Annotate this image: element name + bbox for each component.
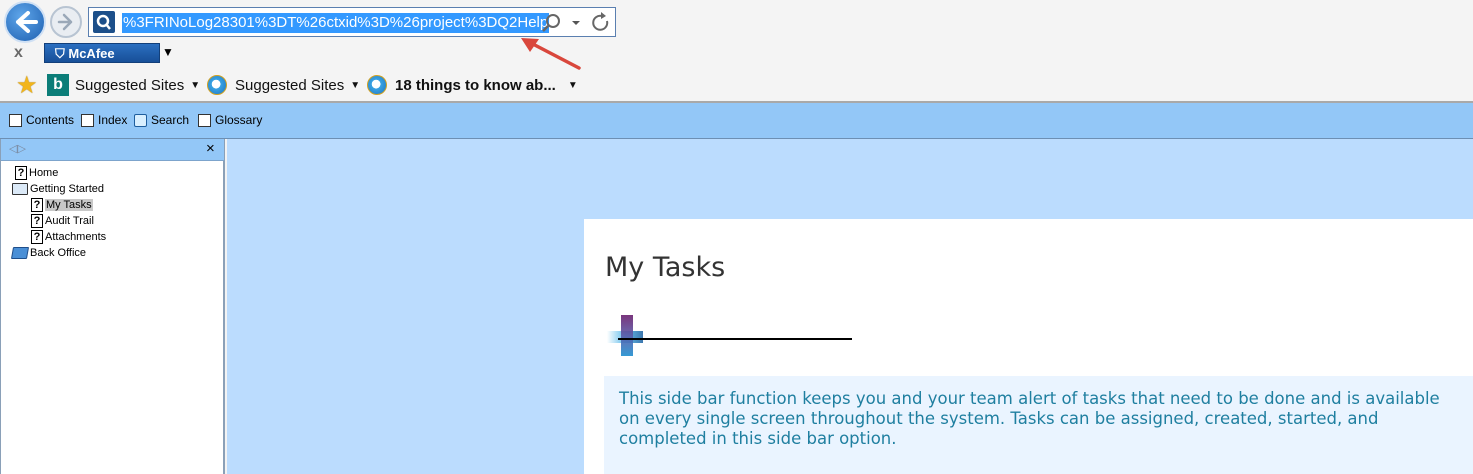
- tree-item-attachments[interactable]: ? Attachments: [31, 229, 106, 245]
- tree-item-label: Home: [29, 167, 59, 179]
- tree-item-audit-trail[interactable]: ? Audit Trail: [31, 213, 94, 229]
- mcafee-toolbar: x ⛉ McAfee ▼: [0, 40, 1473, 66]
- mcafee-button[interactable]: ⛉ McAfee: [44, 43, 160, 63]
- bing-icon: b: [47, 74, 69, 96]
- tree-item-label: Back Office: [30, 247, 87, 259]
- contents-button[interactable]: Contents: [9, 113, 74, 127]
- search-icon: [134, 113, 147, 127]
- address-bar[interactable]: %3FRINoLog28301%3DT%26ctxid%3D%26project…: [88, 7, 616, 37]
- mcafee-dropdown-icon[interactable]: ▼: [162, 45, 174, 59]
- sync-arrows-icon[interactable]: ◁▷: [9, 142, 26, 155]
- browser-chrome: %3FRINoLog28301%3DT%26ctxid%3D%26project…: [0, 0, 1473, 102]
- tree-item-label: Attachments: [45, 231, 107, 243]
- favorite-label: Suggested Sites: [75, 76, 185, 94]
- favorite-label: 18 things to know ab...: [395, 76, 556, 94]
- favorites-bar: ★ b Suggested Sites ▼ Suggested Sites ▼ …: [0, 70, 1473, 100]
- favorite-item-suggested-sites-bing[interactable]: b Suggested Sites ▼: [47, 70, 200, 100]
- index-label: Index: [98, 113, 128, 127]
- tree-item-getting-started[interactable]: Getting Started: [12, 181, 104, 197]
- chevron-down-icon: ▼: [567, 79, 578, 91]
- favorite-item-suggested-sites-ie[interactable]: Suggested Sites ▼: [207, 70, 360, 100]
- closed-book-icon: [10, 247, 30, 259]
- contents-label: Contents: [26, 113, 75, 127]
- chevron-down-icon: ▼: [190, 79, 201, 91]
- glossary-label: Glossary: [215, 113, 263, 127]
- open-book-icon: [12, 183, 28, 195]
- help-page-icon: ?: [31, 198, 43, 212]
- help-page-icon: ?: [31, 230, 43, 244]
- contents-book-icon: [9, 113, 22, 127]
- help-page: My Tasks This side bar function keeps yo…: [584, 219, 1473, 474]
- address-tools: [539, 11, 615, 35]
- dropdown-icon[interactable]: [572, 21, 580, 25]
- close-toolbar-button[interactable]: x: [14, 44, 23, 62]
- tree-item-label: Getting Started: [30, 183, 104, 195]
- site-favicon-icon: [93, 11, 115, 33]
- mcafee-shield-icon: ⛉: [55, 46, 69, 61]
- search-button[interactable]: Search: [134, 113, 189, 127]
- favorite-item-18-things[interactable]: 18 things to know ab... ▼: [367, 70, 578, 100]
- ie-icon: [207, 75, 227, 95]
- tree-item-home[interactable]: ? Home: [15, 165, 58, 181]
- favorites-star-button[interactable]: ★: [16, 70, 42, 100]
- tree-item-label: My Tasks: [45, 199, 93, 211]
- help-toolbar: Contents Index Search Glossary: [0, 103, 1473, 139]
- search-label: Search: [151, 113, 190, 127]
- forward-button[interactable]: [50, 6, 82, 38]
- glossary-button[interactable]: Glossary: [198, 113, 262, 127]
- divider-graphic-icon: [607, 315, 643, 356]
- forward-arrow-icon: [57, 13, 73, 31]
- description-text: This side bar function keeps you and you…: [604, 376, 1473, 474]
- ie-icon: [367, 75, 387, 95]
- content-pane: My Tasks This side bar function keeps yo…: [227, 139, 1473, 474]
- favorites-star-icon: ★: [16, 71, 38, 99]
- help-page-icon: ?: [15, 166, 27, 180]
- favorite-label: Suggested Sites: [235, 76, 345, 94]
- search-icon[interactable]: [542, 14, 560, 32]
- navigation-pane: ◁▷ × ? Home Getting Started ? My Tasks ?…: [0, 139, 225, 474]
- tree-item-back-office[interactable]: Back Office: [10, 245, 87, 261]
- page-title: My Tasks: [605, 252, 726, 283]
- chevron-down-icon: ▼: [350, 79, 361, 91]
- navigation-pane-header: ◁▷ ×: [1, 139, 224, 161]
- tree-item-my-tasks[interactable]: ? My Tasks: [31, 197, 93, 213]
- index-page-icon: [81, 113, 94, 127]
- help-page-icon: ?: [31, 214, 43, 228]
- tree-item-label: Audit Trail: [45, 215, 94, 227]
- divider-line: [618, 338, 852, 340]
- mcafee-label: McAfee: [68, 46, 115, 61]
- glossary-page-icon: [198, 113, 211, 127]
- index-button[interactable]: Index: [81, 113, 127, 127]
- refresh-icon[interactable]: [592, 12, 609, 31]
- back-button[interactable]: [4, 1, 46, 43]
- close-pane-button[interactable]: ×: [206, 140, 215, 157]
- url-text[interactable]: %3FRINoLog28301%3DT%26ctxid%3D%26project…: [122, 13, 550, 33]
- back-arrow-icon: [16, 11, 38, 33]
